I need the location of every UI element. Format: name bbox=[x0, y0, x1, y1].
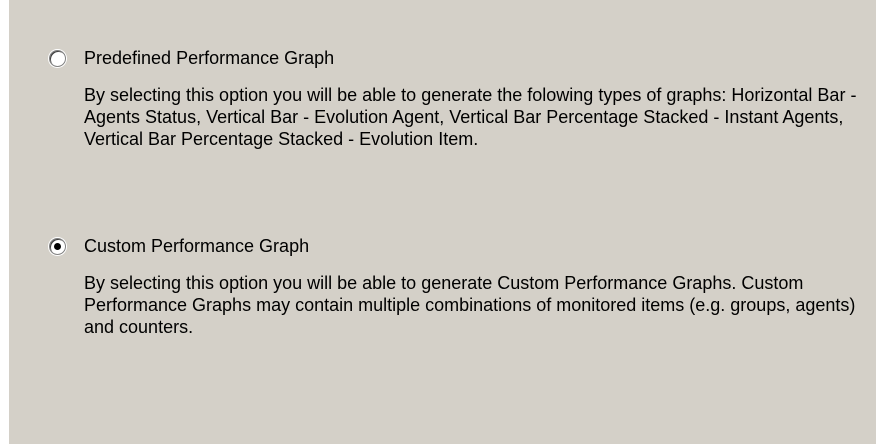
custom-graph-option: Custom Performance Graph By selecting th… bbox=[49, 232, 856, 338]
custom-graph-radio-row[interactable]: Custom Performance Graph bbox=[49, 232, 856, 260]
predefined-graph-option: Predefined Performance Graph By selectin… bbox=[49, 44, 856, 150]
predefined-graph-label[interactable]: Predefined Performance Graph bbox=[84, 44, 334, 72]
custom-graph-label[interactable]: Custom Performance Graph bbox=[84, 232, 309, 260]
custom-graph-radio-button[interactable] bbox=[49, 237, 66, 255]
predefined-graph-radio-button[interactable] bbox=[49, 49, 66, 67]
predefined-graph-description: By selecting this option you will be abl… bbox=[84, 85, 857, 149]
custom-graph-description: By selecting this option you will be abl… bbox=[84, 273, 856, 337]
graph-type-panel: Predefined Performance Graph By selectin… bbox=[9, 0, 876, 444]
predefined-graph-radio-row[interactable]: Predefined Performance Graph bbox=[49, 44, 856, 72]
radio-selected-dot-icon bbox=[54, 242, 61, 250]
